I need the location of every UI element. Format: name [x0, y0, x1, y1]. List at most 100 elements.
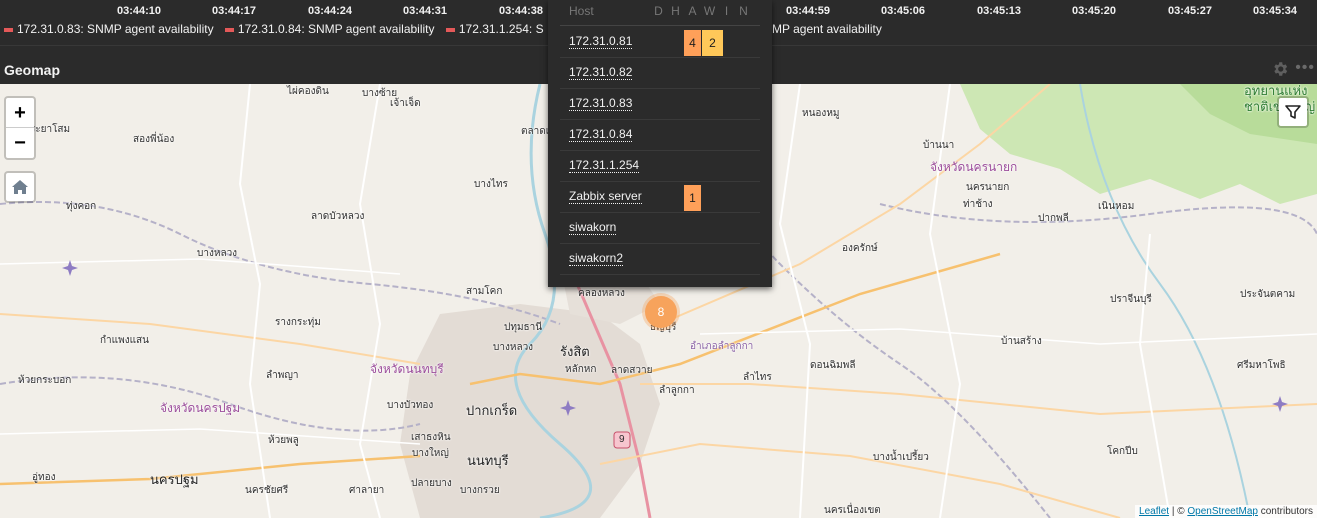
timeline-time: 03:44:17 [212, 5, 257, 17]
map-label: ไผ่คองดิน [287, 86, 329, 97]
map-label: โคกปีบ [1107, 446, 1138, 457]
host-link[interactable]: siwakorn2 [569, 251, 624, 266]
leaflet-link[interactable]: Leaflet [1139, 506, 1169, 517]
timeline-time: 03:44:24 [308, 5, 353, 17]
host-row: 172.31.0.82 [560, 58, 760, 89]
popup-header: Host D H A W I N [560, 4, 760, 26]
host-link[interactable]: 172.31.0.83 [569, 96, 633, 111]
timeline-time: 03:44:10 [117, 5, 162, 17]
map-label: ทุ่งคอก [66, 201, 97, 212]
map-label: กำแพงแสน [100, 335, 149, 346]
col-high: H [671, 4, 680, 18]
widget-title: Geomap [4, 62, 61, 78]
host-link[interactable]: Zabbix server [569, 189, 642, 204]
problem-item[interactable]: 172.31.0.83: SNMP agent availability [4, 22, 214, 36]
map-label: นนทบุรี [467, 453, 509, 468]
map-label: บางหลวง [493, 342, 534, 353]
gear-icon[interactable] [1271, 60, 1289, 78]
province-label: จังหวัดนครปฐม [160, 401, 241, 415]
average-count[interactable]: 1 [684, 185, 701, 211]
province-label: จังหวัดนครนายก [930, 160, 1018, 174]
filter-icon [1285, 105, 1301, 119]
map-label: ดอนฉิมพลี [810, 360, 856, 371]
col-information: I [724, 4, 729, 18]
map-label: ลาดสวาย [611, 365, 653, 376]
timeline-time: 03:45:13 [977, 5, 1022, 17]
host-row: siwakorn [560, 213, 760, 244]
map-label: ปากเกร็ด [466, 403, 518, 418]
host-cluster-marker[interactable]: 8 [645, 296, 677, 328]
map-label: ศรีมหาโพธิ [1237, 360, 1286, 371]
map-label: หลักหก [565, 364, 597, 375]
problem-list: 172.31.0.83: SNMP agent availability 172… [4, 22, 552, 36]
severity-marker [445, 27, 455, 32]
home-button[interactable] [4, 171, 36, 203]
map-label: รังสิต [560, 344, 590, 359]
filter-button[interactable] [1277, 96, 1309, 128]
timeline-time: 03:45:06 [881, 5, 926, 17]
host-row: 172.31.0.83 [560, 89, 760, 120]
timeline-time: 03:45:20 [1072, 5, 1117, 17]
host-link[interactable]: 172.31.1.254 [569, 158, 640, 173]
host-link[interactable]: 172.31.0.82 [569, 65, 633, 80]
province-label: จังหวัดนนทบุรี [370, 362, 444, 376]
map-label: ท่าช้าง [963, 199, 993, 210]
map-label: ลำพญา [266, 370, 299, 381]
map-label: บางบัวทอง [387, 400, 434, 411]
map-label: ปทุมธานี [504, 322, 543, 333]
zoom-in-button[interactable]: + [6, 98, 34, 128]
map-label: สามโคก [466, 286, 503, 297]
warning-count[interactable]: 2 [702, 30, 723, 56]
map-label: บางหลวง [197, 248, 238, 259]
host-row: 172.31.0.81 4 2 [560, 27, 760, 58]
osm-link[interactable]: OpenStreetMap [1187, 506, 1258, 517]
col-warning: W [703, 4, 716, 18]
timeline-time: 03:44:31 [403, 5, 448, 17]
map-label: ศาลายา [349, 485, 385, 496]
problem-item[interactable]: 172.31.0.84: SNMP agent availability [224, 22, 435, 36]
map-label: บางน้ำเปรี้ยว [873, 452, 929, 463]
col-not-classified: N [739, 4, 748, 18]
map-label: หนองหมู [802, 108, 840, 119]
map-label: บางกรวย [460, 485, 500, 496]
home-icon [12, 180, 28, 194]
map-label: นครเนื่องเขต [824, 505, 881, 516]
col-host: Host [569, 4, 594, 18]
host-row: Zabbix server 1 [560, 182, 760, 213]
map-label: ลาดบัวหลวง [311, 211, 365, 222]
severity-marker [4, 27, 13, 32]
map-label: บางไทร [474, 179, 508, 190]
host-link[interactable]: 172.31.0.81 [569, 34, 633, 49]
map-label: ลำไทร [743, 372, 772, 383]
map-label: อู่ทอง [32, 472, 56, 483]
map-label: ลำลูกกา [659, 385, 695, 396]
map-label: เนินหอม [1098, 201, 1135, 212]
timeline-time: 03:45:34 [1253, 5, 1298, 17]
zoom-out-button[interactable]: − [6, 128, 34, 158]
host-row: 172.31.1.254 [560, 151, 760, 182]
map-label: บ้านนา [923, 140, 955, 151]
host-link[interactable]: 172.31.0.84 [569, 127, 633, 142]
more-options-icon[interactable]: ••• [1295, 59, 1315, 77]
map-label: นครชัยศรี [245, 485, 289, 496]
map-label: ปลายบาง [411, 478, 452, 489]
timeline-time: 03:44:38 [499, 5, 544, 17]
severity-marker [224, 27, 234, 32]
map-label: เสาธงหิน [411, 432, 451, 443]
map-label: คลองหลวง [578, 288, 625, 299]
hosts-popup: Host D H A W I N 172.31.0.81 4 2 172.31.… [548, 0, 772, 287]
problem-item[interactable]: MP agent availability [772, 22, 882, 36]
map-label: รางกระทุ่ม [275, 317, 321, 328]
average-count[interactable]: 4 [684, 30, 701, 56]
timeline-time: 03:45:27 [1168, 5, 1213, 17]
map-label: สองพี่น้อง [133, 134, 175, 145]
map-label: องครักษ์ [842, 243, 878, 254]
map-label: นครปฐม [150, 472, 199, 487]
timeline-time: 03:44:59 [786, 5, 831, 17]
zoom-control: + − [4, 96, 36, 160]
problem-item[interactable]: 172.31.1.254: S [445, 22, 544, 36]
map-label: เจ้าเจ็ด [390, 98, 421, 109]
host-link[interactable]: siwakorn [569, 220, 617, 235]
map-label: ปราจีนบุรี [1110, 294, 1152, 305]
map-label: ห้วยพลู [268, 435, 299, 446]
